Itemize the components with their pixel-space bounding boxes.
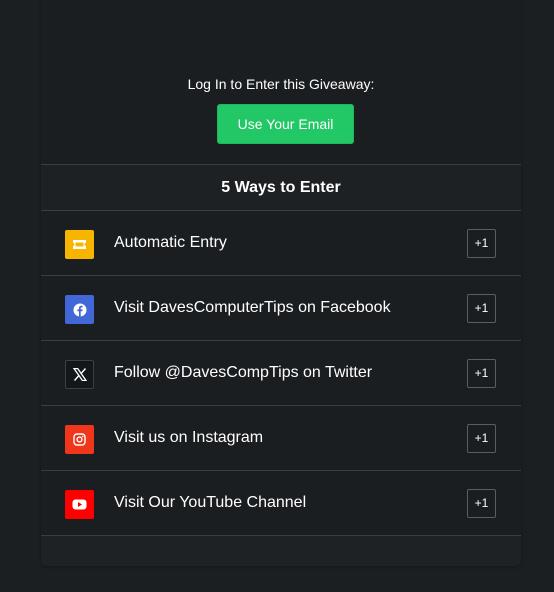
login-prompt: Log In to Enter this Giveaway: (187, 76, 375, 92)
entry-label: Visit DavesComputerTips on Facebook (114, 299, 391, 316)
entry-youtube[interactable]: Visit Our YouTube Channel +1 (41, 471, 521, 536)
entry-automatic[interactable]: Automatic Entry +1 (41, 211, 521, 276)
entry-label: Follow @DavesCompTips on Twitter (114, 364, 373, 381)
x-twitter-icon (65, 360, 94, 389)
login-section: Log In to Enter this Giveaway: Use Your … (41, 0, 521, 164)
page: Log In to Enter this Giveaway: Use Your … (0, 0, 554, 592)
points-badge: +1 (467, 359, 496, 388)
entry-facebook[interactable]: Visit DavesComputerTips on Facebook +1 (41, 276, 521, 341)
entry-twitter[interactable]: Follow @DavesCompTips on Twitter +1 (41, 341, 521, 406)
points-badge: +1 (467, 294, 496, 323)
instagram-icon (65, 425, 94, 454)
entry-label: Visit Our YouTube Channel (114, 494, 307, 511)
ticket-icon (65, 230, 94, 259)
points-badge: +1 (467, 424, 496, 453)
ways-to-enter-header: 5 Ways to Enter (41, 164, 521, 211)
points-badge: +1 (467, 489, 496, 518)
points-badge: +1 (467, 229, 496, 258)
use-email-button[interactable]: Use Your Email (217, 104, 354, 144)
entry-list: Automatic Entry +1 Visit DavesComputerTi… (41, 211, 521, 536)
entry-instagram[interactable]: Visit us on Instagram +1 (41, 406, 521, 471)
entry-label: Automatic Entry (114, 234, 227, 251)
entry-label: Visit us on Instagram (114, 429, 264, 446)
widget-footer (41, 536, 521, 566)
youtube-icon (65, 490, 94, 519)
facebook-icon (65, 295, 94, 324)
giveaway-widget: Log In to Enter this Giveaway: Use Your … (41, 0, 521, 566)
